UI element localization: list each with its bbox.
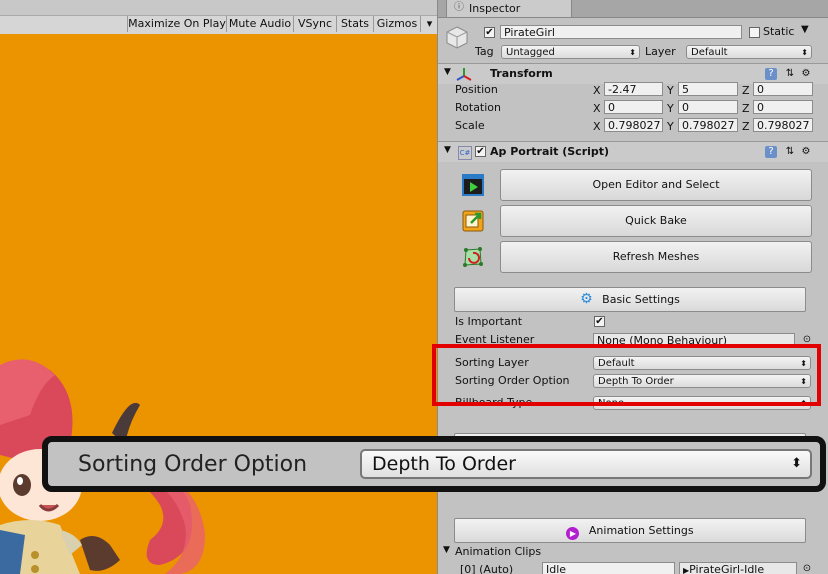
tag-dropdown[interactable]: Untagged ⬍ — [501, 45, 640, 59]
animation-settings-button[interactable]: ▶ Animation Settings — [454, 518, 806, 543]
script-icon: C# — [458, 146, 472, 160]
axis-z-label: Z — [742, 84, 750, 97]
transform-title: Transform — [490, 67, 553, 80]
open-editor-icon — [462, 174, 484, 196]
clip-asset-value: PirateGirl-Idle — [689, 563, 765, 574]
position-y-field[interactable]: 5 — [678, 82, 738, 96]
axis-z-label: Z — [742, 120, 750, 133]
foldout-arrow-icon[interactable]: ▼ — [444, 145, 451, 155]
clip-asset-field[interactable]: ▶PirateGirl-Idle — [679, 562, 797, 574]
static-label: Static — [763, 25, 795, 38]
preset-icon[interactable]: ⇅ — [784, 146, 796, 158]
transform-header[interactable]: ▼ Transform ? ⇅ ⚙ — [438, 63, 828, 84]
position-x-field[interactable]: -2.47 — [604, 82, 663, 96]
inspector-tab-bar: ⓘ Inspector — [438, 0, 828, 18]
object-name-field[interactable]: PirateGirl — [500, 25, 742, 39]
transform-axes-icon — [456, 68, 472, 81]
is-important-label: Is Important — [455, 315, 523, 328]
refresh-meshes-button[interactable]: Refresh Meshes — [500, 241, 812, 273]
gear-icon: ⚙ — [580, 291, 593, 307]
ap-portrait-title: Ap Portrait (Script) — [490, 145, 610, 158]
rotation-label: Rotation — [455, 101, 502, 114]
dropdown-arrow-icon: ⬍ — [791, 456, 802, 471]
axis-y-label: Y — [667, 84, 674, 97]
static-dropdown-arrow[interactable]: ▼ — [801, 24, 809, 35]
gameobject-cube-icon — [444, 24, 470, 50]
zoom-callout: Sorting Order Option Depth To Order ⬍ — [42, 436, 826, 492]
maximize-on-play-button[interactable]: Maximize On Play — [127, 16, 226, 32]
vsync-button[interactable]: VSync — [293, 16, 336, 32]
layer-label: Layer — [645, 45, 676, 58]
basic-settings-label: Basic Settings — [602, 293, 680, 306]
animation-settings-label: Animation Settings — [588, 524, 694, 537]
component-enabled-checkbox[interactable]: ✔ — [475, 146, 486, 157]
zoom-sorting-order-label: Sorting Order Option — [78, 452, 308, 477]
clip-index-label: [0] (Auto) — [460, 563, 514, 574]
rotation-x-field[interactable]: 0 — [604, 100, 663, 114]
animation-clips-label: Animation Clips — [455, 545, 542, 558]
axis-z-label: Z — [742, 102, 750, 115]
info-icon: ⓘ — [454, 2, 464, 13]
position-z-field[interactable]: 0 — [753, 82, 813, 96]
object-picker-icon[interactable]: ⊙ — [801, 563, 813, 574]
axis-y-label: Y — [667, 102, 674, 115]
scale-z-field[interactable]: 0.798027 — [753, 118, 813, 132]
zoom-sorting-order-dropdown[interactable]: Depth To Order ⬍ — [360, 449, 812, 479]
foldout-arrow-icon[interactable]: ▼ — [443, 545, 450, 555]
stats-button[interactable]: Stats — [336, 16, 373, 32]
settings-gear-icon[interactable]: ⚙ — [800, 146, 812, 158]
help-book-icon[interactable]: ? — [765, 68, 777, 80]
static-checkbox[interactable] — [749, 27, 760, 38]
quick-bake-button[interactable]: Quick Bake — [500, 205, 812, 237]
layer-value: Default — [691, 47, 728, 58]
axis-x-label: X — [593, 102, 601, 115]
tab-inspector[interactable]: ⓘ Inspector — [446, 0, 572, 17]
zoom-sorting-order-value: Depth To Order — [372, 453, 516, 475]
axis-x-label: X — [593, 84, 601, 97]
is-important-checkbox[interactable]: ✔ — [594, 316, 605, 327]
clip-name-field[interactable]: Idle — [542, 562, 675, 574]
play-icon: ▶ — [566, 527, 580, 540]
position-label: Position — [455, 83, 498, 96]
gizmos-button[interactable]: Gizmos — [373, 16, 420, 32]
layer-dropdown[interactable]: Default ⬍ — [686, 45, 812, 59]
active-checkbox[interactable]: ✔ — [484, 27, 495, 38]
scale-y-field[interactable]: 0.798027 — [678, 118, 738, 132]
mute-audio-button[interactable]: Mute Audio — [226, 16, 293, 32]
axis-y-label: Y — [667, 120, 674, 133]
preset-icon[interactable]: ⇅ — [784, 68, 796, 80]
refresh-meshes-icon — [463, 247, 483, 267]
foldout-arrow-icon[interactable]: ▼ — [444, 67, 451, 77]
scale-x-field[interactable]: 0.798027 — [604, 118, 663, 132]
inspector-tab-label: Inspector — [469, 2, 521, 15]
rotation-y-field[interactable]: 0 — [678, 100, 738, 114]
tag-label: Tag — [475, 45, 494, 58]
gizmos-dropdown-arrow[interactable]: ▾ — [420, 16, 437, 32]
game-toolbar: Maximize On Play Mute Audio VSync Stats … — [0, 0, 437, 34]
axis-x-label: X — [593, 120, 601, 133]
basic-settings-button[interactable]: ⚙ Basic Settings — [454, 287, 806, 312]
ap-portrait-header[interactable]: ▼ C# ✔ Ap Portrait (Script) ? ⇅ ⚙ — [438, 141, 828, 162]
help-book-icon[interactable]: ? — [765, 146, 777, 158]
highlight-box — [432, 344, 821, 406]
tag-value: Untagged — [506, 47, 555, 58]
rotation-z-field[interactable]: 0 — [753, 100, 813, 114]
scale-label: Scale — [455, 119, 485, 132]
open-editor-button[interactable]: Open Editor and Select — [500, 169, 812, 201]
settings-gear-icon[interactable]: ⚙ — [800, 68, 812, 80]
quick-bake-icon — [462, 210, 484, 232]
